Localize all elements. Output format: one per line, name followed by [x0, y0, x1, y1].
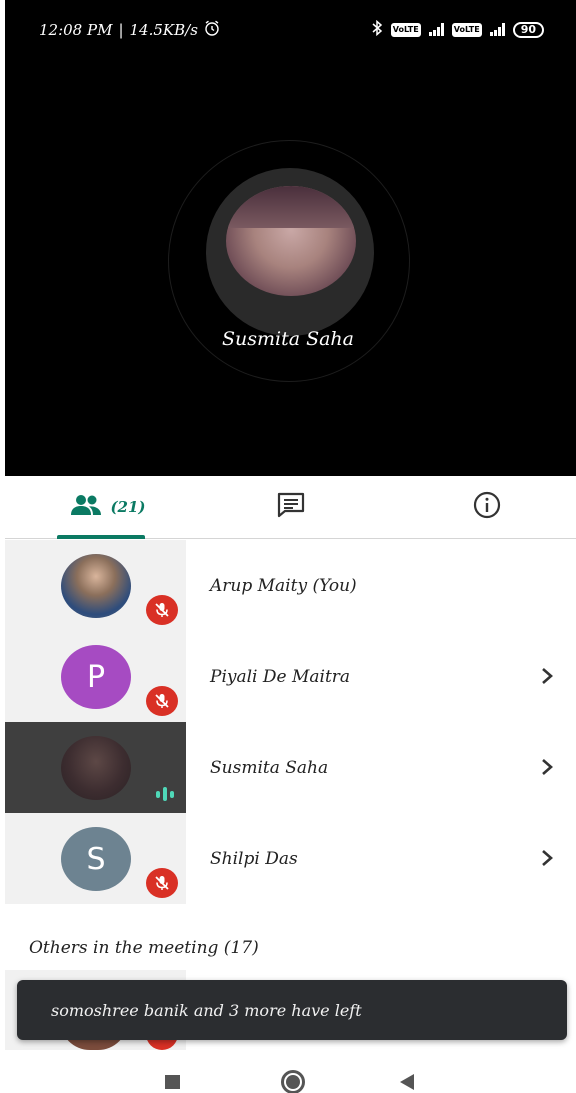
volte-badge-2: VoLTE: [451, 22, 482, 37]
mic-off-icon: [146, 595, 178, 625]
volte-badge-1: VoLTE: [390, 22, 421, 37]
chat-icon: [276, 492, 306, 522]
signal-icon-1: [428, 23, 444, 36]
speaker-name: Susmita Saha: [221, 328, 354, 350]
people-icon: [70, 494, 102, 520]
tab-info[interactable]: [457, 476, 517, 538]
participant-row[interactable]: Arup Maity (You): [5, 540, 576, 631]
chevron-right-icon[interactable]: [540, 848, 554, 868]
status-divider: |: [118, 21, 124, 39]
participant-row[interactable]: Susmita Saha: [5, 722, 576, 813]
status-speed: 14.5KB/s: [129, 21, 198, 39]
participant-name: Shilpi Das: [210, 848, 298, 869]
recents-icon[interactable]: [165, 1075, 180, 1089]
info-icon: [473, 491, 501, 523]
chevron-right-icon[interactable]: [540, 666, 554, 686]
tab-people[interactable]: (21): [53, 476, 163, 538]
bluetooth-icon: [371, 19, 383, 39]
avatar: [61, 736, 131, 800]
participant-name: Susmita Saha: [210, 757, 329, 778]
participant-row[interactable]: P Piyali De Maitra: [5, 631, 576, 722]
snackbar-message: somoshree banik and 3 more have left: [51, 1000, 362, 1020]
participant-row[interactable]: S Shilpi Das: [5, 813, 576, 904]
home-icon[interactable]: [281, 1070, 305, 1093]
tab-bar: (21): [5, 476, 576, 539]
participant-name: Piyali De Maitra: [210, 666, 351, 687]
avatar: S: [61, 827, 131, 891]
participant-name: Arup Maity (You): [210, 575, 357, 596]
avatar: P: [61, 645, 131, 709]
status-right: VoLTE VoLTE 90: [371, 19, 544, 39]
speaking-indicator-icon: [151, 784, 179, 804]
mic-off-icon: [146, 868, 178, 898]
back-icon[interactable]: [400, 1074, 414, 1090]
status-time: 12:08 PM: [39, 21, 113, 39]
snackbar: somoshree banik and 3 more have left: [17, 980, 567, 1040]
tab-active-indicator: [57, 535, 145, 539]
participant-list: Arup Maity (You) P Piyali De Maitra Susm…: [5, 540, 576, 904]
signal-icon-2: [489, 23, 505, 36]
system-nav-bar: [0, 1050, 576, 1093]
tab-chat[interactable]: [261, 476, 321, 538]
status-bar: 12:08 PM | 14.5KB/s VoLTE VoLTE 90: [5, 0, 576, 60]
mic-off-icon: [146, 686, 178, 716]
status-left: 12:08 PM | 14.5KB/s: [39, 20, 220, 40]
others-in-meeting-heading: Others in the meeting (17): [29, 938, 259, 958]
battery-icon: 90: [512, 21, 544, 38]
avatar: [61, 554, 131, 618]
people-count: (21): [110, 498, 146, 516]
alarm-clock-icon: [204, 20, 220, 40]
chevron-right-icon[interactable]: [540, 757, 554, 777]
speaker-avatar: [226, 186, 356, 296]
